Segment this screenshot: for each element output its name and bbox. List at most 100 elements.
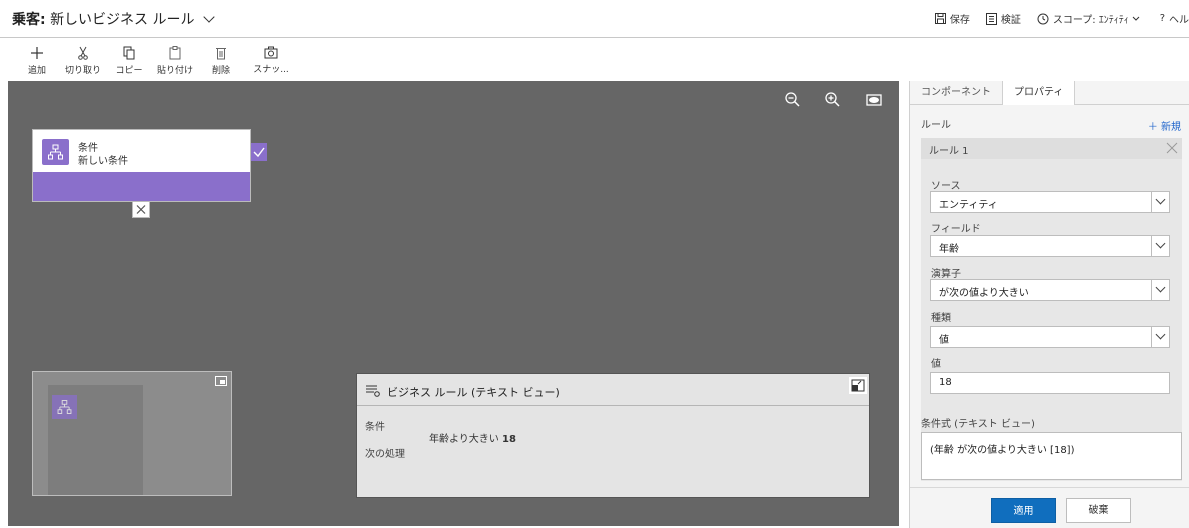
- remove-rule-button[interactable]: [1166, 142, 1178, 154]
- text-view-condition-label: 条件: [365, 422, 385, 433]
- snapshot-button[interactable]: スナッ...: [244, 38, 298, 81]
- text-view-header: ビジネス ルール (テキスト ビュー): [357, 374, 869, 406]
- help-label: ヘル: [1169, 15, 1189, 26]
- help-button[interactable]: ? ヘル: [1160, 11, 1189, 26]
- minimap[interactable]: [32, 371, 232, 496]
- add-label: 追加: [27, 66, 46, 76]
- copy-label: コピー: [115, 66, 143, 76]
- toolbar: 追加 切り取り コピー 貼り付け 削除 スナッ...: [0, 38, 1189, 81]
- design-canvas[interactable]: 条件 新しい条件 ビジネス ルール (テキスト ビュー) 条件 年齢より大きい: [8, 81, 899, 526]
- list-settings-icon: [365, 384, 381, 397]
- clock-icon: [1037, 13, 1049, 24]
- delete-button[interactable]: 削除: [198, 38, 244, 81]
- panel-tabs: コンポーネント プロパティ: [910, 81, 1189, 105]
- discard-button[interactable]: 破棄: [1066, 498, 1131, 523]
- chevron-down-icon: [1151, 236, 1169, 256]
- text-view-condition-value: 18: [502, 434, 516, 445]
- chevron-down-icon: [1151, 192, 1169, 212]
- operator-select[interactable]: が次の値より大きい: [930, 279, 1170, 301]
- apply-button[interactable]: 適用: [991, 498, 1056, 523]
- copy-button[interactable]: コピー: [106, 38, 152, 81]
- checklist-icon: [985, 12, 997, 25]
- value-input-text: 18: [939, 377, 952, 388]
- text-view-title: ビジネス ルール (テキスト ビュー): [387, 386, 560, 399]
- condition-name: 新しい条件: [78, 156, 128, 167]
- scissors-icon: [78, 46, 88, 60]
- zoom-in-button[interactable]: [824, 91, 842, 109]
- text-view-panel: ビジネス ルール (テキスト ビュー) 条件 年齢より大きい 18 次の処理: [356, 373, 870, 498]
- validate-label: 検証: [1000, 15, 1021, 26]
- condition-false-connector[interactable]: [132, 201, 150, 218]
- help-icon: ?: [1159, 13, 1165, 24]
- condition-true-connector[interactable]: [251, 143, 267, 161]
- condition-node[interactable]: 条件 新しい条件: [32, 129, 251, 202]
- tab-properties[interactable]: プロパティ: [1002, 81, 1076, 105]
- rules-label: ルール: [921, 120, 951, 131]
- save-icon: [934, 13, 946, 24]
- scope-selector[interactable]: スコープ: ｴﾝﾃｨﾃｨ: [1037, 11, 1144, 26]
- paste-label: 貼り付け: [156, 66, 193, 76]
- text-view-condition: 年齢より大きい 18: [429, 430, 516, 445]
- condition-icon: [42, 139, 69, 165]
- minimap-expand-button[interactable]: [215, 376, 227, 386]
- scope-value: ｴﾝﾃｨﾃｨ: [1098, 15, 1129, 26]
- fit-to-canvas-button[interactable]: [865, 91, 883, 109]
- new-rule-link[interactable]: ＋ 新規: [1148, 118, 1181, 133]
- close-icon: [136, 205, 146, 214]
- field-value: 年齢: [939, 244, 959, 255]
- popout-button[interactable]: [849, 377, 867, 394]
- page-title[interactable]: 乗客: 新しいビジネス ルール: [12, 9, 215, 29]
- cut-label: 切り取り: [64, 66, 101, 76]
- chevron-down-icon[interactable]: [203, 11, 215, 23]
- close-icon: [1166, 142, 1178, 154]
- text-view-action-label: 次の処理: [365, 449, 405, 460]
- condition-footer-bar: [33, 172, 250, 201]
- chevron-down-icon: [1132, 16, 1140, 21]
- expression-label: 条件式 (テキスト ビュー): [921, 419, 1035, 430]
- value-input[interactable]: 18: [930, 372, 1170, 394]
- operator-label: 演算子: [931, 269, 961, 280]
- type-select[interactable]: 値: [930, 326, 1170, 348]
- save-button[interactable]: 保存: [934, 11, 970, 26]
- expand-icon: [215, 376, 227, 386]
- scope-label: スコープ:: [1052, 15, 1096, 26]
- camera-icon: [264, 46, 278, 59]
- properties-panel: コンポーネント プロパティ ルール ＋ 新規 ルール 1 ソース エンティティ …: [909, 81, 1189, 528]
- cut-button[interactable]: 切り取り: [60, 38, 106, 81]
- field-label: フィールド: [931, 224, 981, 235]
- add-button[interactable]: 追加: [14, 38, 60, 81]
- type-label: 種類: [931, 313, 951, 324]
- copy-icon: [123, 46, 135, 60]
- source-select[interactable]: エンティティ: [930, 191, 1170, 213]
- expression-value: (年齢 が次の値より大きい [18]): [930, 445, 1075, 456]
- source-label: ソース: [931, 181, 961, 192]
- rule-name: ルール 1: [929, 146, 969, 157]
- zoom-out-button[interactable]: [784, 91, 802, 109]
- field-select[interactable]: 年齢: [930, 235, 1170, 257]
- minimap-condition-node: [52, 395, 77, 419]
- text-view-condition-text: 年齢より大きい: [429, 434, 499, 445]
- paste-button[interactable]: 貼り付け: [152, 38, 198, 81]
- condition-icon: [57, 400, 72, 414]
- entity-label: 乗客:: [12, 12, 46, 28]
- check-icon: [253, 147, 265, 158]
- panel-footer-divider: [910, 487, 1189, 488]
- chevron-down-icon: [1151, 280, 1169, 300]
- chevron-down-icon: [1151, 327, 1169, 347]
- expression-textbox[interactable]: (年齢 が次の値より大きい [18]): [921, 432, 1182, 480]
- value-label: 値: [931, 359, 941, 370]
- validate-button[interactable]: 検証: [985, 11, 1021, 26]
- operator-value: が次の値より大きい: [939, 288, 1029, 299]
- paste-icon: [169, 46, 181, 60]
- delete-label: 削除: [211, 66, 230, 76]
- rule-title: 新しいビジネス ルール: [50, 12, 195, 28]
- zoom-in-icon: [825, 92, 840, 107]
- type-value: 値: [939, 335, 949, 346]
- popout-icon: [851, 379, 865, 392]
- fit-screen-icon: [866, 94, 882, 106]
- trash-icon: [216, 48, 226, 60]
- tab-components[interactable]: コンポーネント: [910, 81, 1002, 105]
- header-actions: 保存 検証 スコープ: ｴﾝﾃｨﾃｨ ? ヘル: [934, 11, 1189, 26]
- header-bar: 乗客: 新しいビジネス ルール 保存 検証 スコープ: ｴﾝﾃｨﾃｨ ? ヘル: [0, 0, 1189, 38]
- plus-icon: [31, 47, 43, 59]
